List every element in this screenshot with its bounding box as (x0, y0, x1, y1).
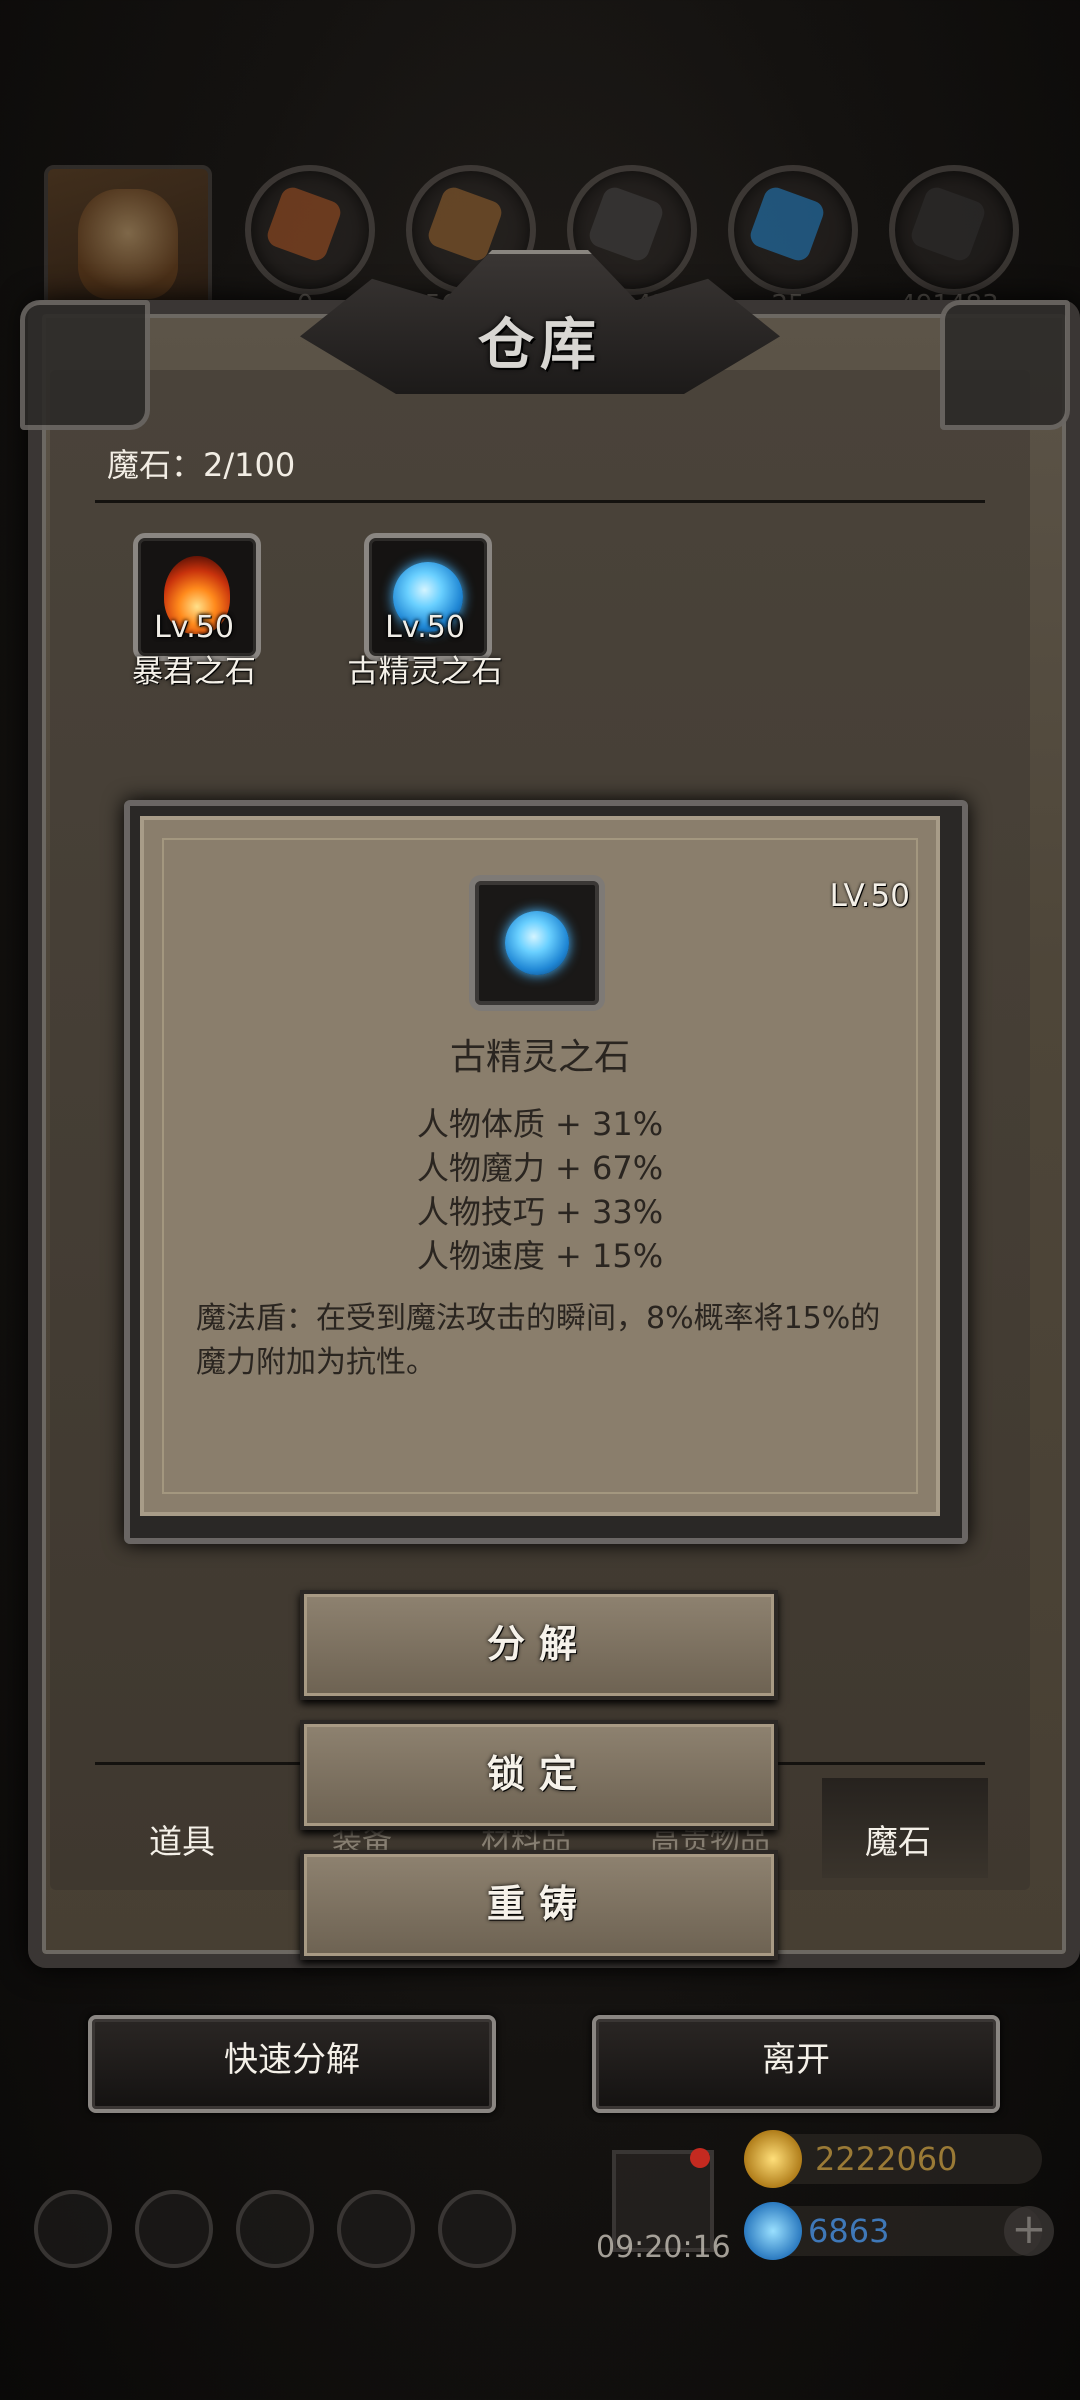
window-title: 仓库 (478, 312, 602, 378)
detail-stone-slot (469, 875, 605, 1011)
quick-decompose-button[interactable]: 快速分解 (88, 2015, 496, 2113)
ore-icon (245, 165, 375, 295)
gold-amount: 2222060 (815, 2140, 958, 2178)
tab-magic-stone[interactable]: 魔石 (818, 1815, 978, 1863)
map-icon[interactable] (236, 2190, 314, 2268)
notification-dot (690, 2148, 710, 2168)
settings-icon[interactable] (34, 2190, 112, 2268)
frame-corner-ornament (20, 300, 150, 430)
crystal-icon (728, 165, 858, 295)
lock-button[interactable]: 锁定 (300, 1720, 778, 1830)
bag-icon[interactable] (438, 2190, 516, 2268)
stone-level: Lv.50 (385, 610, 465, 645)
add-currency-button[interactable]: + (1004, 2206, 1054, 2256)
decompose-button[interactable]: 分解 (300, 1590, 778, 1700)
gem-amount: 6863 (808, 2212, 890, 2250)
gem-icon (744, 2202, 802, 2260)
detail-name: 古精灵之石 (449, 1037, 630, 1078)
stone-name: 古精灵之石 (347, 654, 503, 690)
detail-description: 魔法盾：在受到魔法攻击的瞬间，8%概率将15%的魔力附加为抗性。 (196, 1301, 881, 1380)
detail-stats: 人物体质 + 31% 人物魔力 + 67% 人物技巧 + 33% 人物速度 + … (340, 1102, 740, 1278)
frame-corner-ornament (940, 300, 1070, 430)
gold-icon (744, 2130, 802, 2188)
stat-line: 人物技巧 + 33% (416, 1193, 664, 1231)
steel-icon (889, 165, 1019, 295)
header-divider (95, 500, 985, 503)
mail-icon[interactable] (337, 2190, 415, 2268)
stone-name: 暴君之石 (132, 654, 256, 690)
stat-line: 人物体质 + 31% (416, 1105, 664, 1143)
stone-count-label: 魔石：2/100 (107, 446, 296, 484)
leave-button[interactable]: 离开 (592, 2015, 1000, 2113)
star-icon[interactable] (135, 2190, 213, 2268)
tab-items[interactable]: 道具 (102, 1815, 262, 1863)
detail-level: LV.50 (829, 878, 910, 914)
stat-line: 人物魔力 + 67% (416, 1149, 664, 1187)
reforge-button[interactable]: 重铸 (300, 1850, 778, 1960)
timer: 09:20:16 (596, 2230, 731, 2265)
stat-line: 人物速度 + 15% (416, 1237, 664, 1275)
stone-level: Lv.50 (154, 610, 234, 645)
ice-stone-icon (505, 911, 569, 975)
